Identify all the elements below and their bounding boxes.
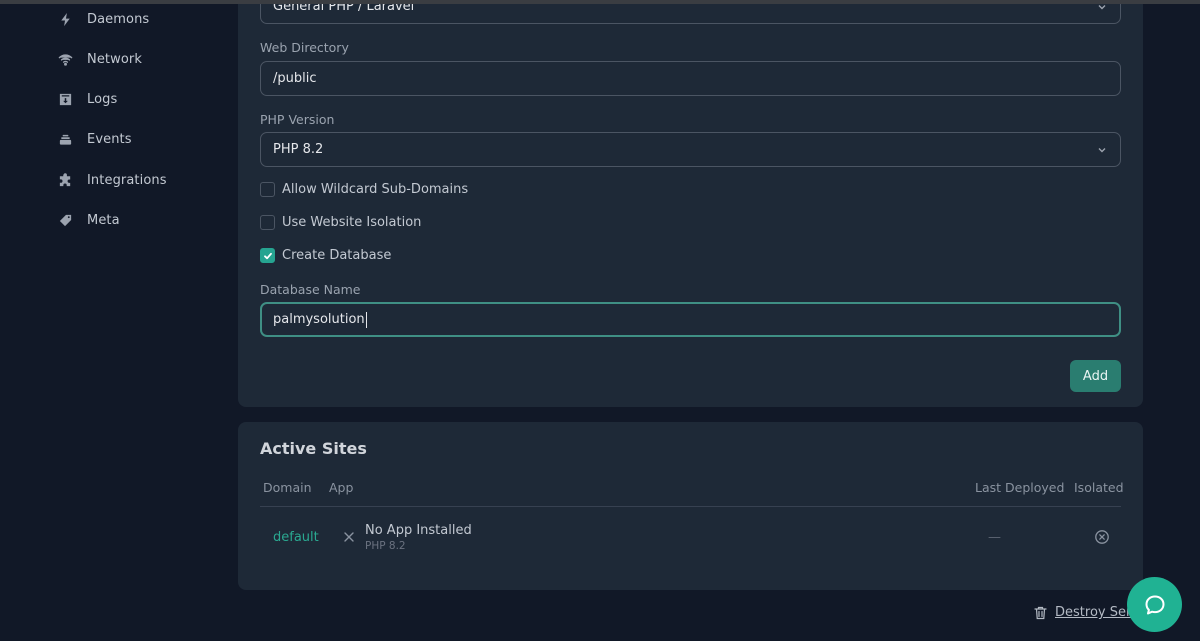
sidebar-item-label: Daemons <box>87 11 150 27</box>
text-cursor <box>365 311 367 328</box>
sidebar-item-label: Events <box>87 131 132 147</box>
layers-icon <box>56 130 74 148</box>
database-name-value: palmysolution <box>273 312 365 327</box>
php-version-label: PHP Version <box>260 112 335 127</box>
table-divider <box>260 506 1121 507</box>
checkbox-label: Allow Wildcard Sub-Domains <box>282 182 469 197</box>
sidebar-item-network[interactable]: Network <box>56 47 142 71</box>
web-directory-label: Web Directory <box>260 40 349 55</box>
wildcard-subdomains-checkbox[interactable]: Allow Wildcard Sub-Domains <box>260 182 468 197</box>
create-database-checkbox[interactable]: Create Database <box>260 248 391 263</box>
sidebar: Daemons Network Logs Events Integrations… <box>0 0 238 641</box>
checkbox-box[interactable] <box>260 215 275 230</box>
puzzle-icon <box>56 171 74 189</box>
web-directory-input[interactable]: /public <box>260 61 1121 96</box>
column-header-domain: Domain <box>263 480 312 495</box>
sidebar-item-logs[interactable]: Logs <box>56 87 117 111</box>
tag-icon <box>56 211 74 229</box>
close-icon <box>344 532 354 542</box>
website-isolation-checkbox[interactable]: Use Website Isolation <box>260 215 421 230</box>
checkbox-box[interactable] <box>260 182 275 197</box>
sidebar-item-events[interactable]: Events <box>56 127 132 151</box>
sidebar-item-label: Logs <box>87 91 118 107</box>
check-icon <box>263 252 272 259</box>
archive-icon <box>56 90 74 108</box>
sidebar-item-label: Integrations <box>87 172 167 188</box>
window-top-bar <box>0 0 1200 4</box>
app-php-version: PHP 8.2 <box>365 540 406 552</box>
column-header-last-deployed: Last Deployed <box>975 480 1065 495</box>
chat-bubble-icon <box>1145 595 1164 614</box>
app-name: No App Installed <box>365 523 472 538</box>
chevron-down-icon <box>1098 147 1106 152</box>
column-header-app: App <box>329 480 354 495</box>
database-name-label: Database Name <box>260 282 361 297</box>
active-sites-card: Active Sites Domain App Last Deployed Is… <box>238 422 1143 590</box>
web-directory-value: /public <box>273 71 317 86</box>
checkbox-label: Create Database <box>282 248 392 263</box>
sidebar-item-meta[interactable]: Meta <box>56 208 120 232</box>
last-deployed-value: — <box>988 530 1001 545</box>
add-button[interactable]: Add <box>1070 360 1121 392</box>
bolt-icon <box>56 10 74 28</box>
site-domain-link[interactable]: default <box>273 530 319 545</box>
active-sites-title: Active Sites <box>260 439 367 458</box>
wifi-icon <box>56 50 74 68</box>
database-name-input[interactable]: palmysolution <box>260 302 1121 337</box>
sidebar-item-label: Network <box>87 51 142 67</box>
php-version-value: PHP 8.2 <box>273 142 324 157</box>
sidebar-item-label: Meta <box>87 212 120 228</box>
php-version-select[interactable]: PHP 8.2 <box>260 132 1121 167</box>
checkbox-label: Use Website Isolation <box>282 215 422 230</box>
checkbox-box[interactable] <box>260 248 275 263</box>
sidebar-item-integrations[interactable]: Integrations <box>56 168 167 192</box>
sidebar-item-daemons[interactable]: Daemons <box>56 7 149 31</box>
trash-icon <box>1034 606 1047 619</box>
not-isolated-icon <box>1095 530 1109 544</box>
column-header-isolated: Isolated <box>1074 480 1124 495</box>
add-site-form-card: General PHP / Laravel Web Directory /pub… <box>238 0 1143 407</box>
chat-support-button[interactable] <box>1127 577 1182 632</box>
